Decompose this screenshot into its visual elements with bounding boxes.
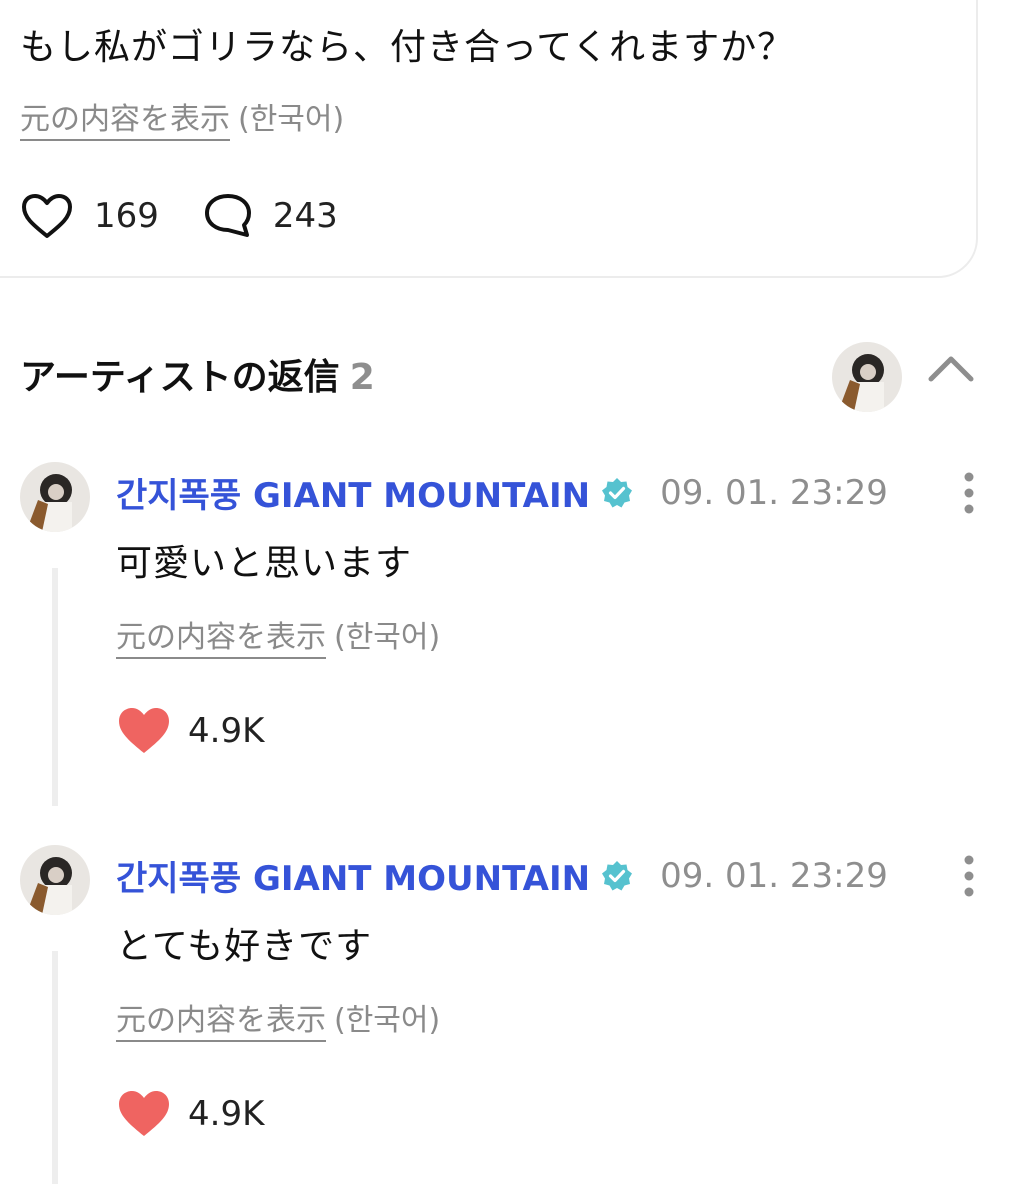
collapse-replies-button[interactable] — [926, 352, 976, 388]
show-original-link[interactable]: 元の内容を表示 — [116, 1003, 326, 1042]
heart-filled-icon — [119, 1091, 169, 1136]
speech-bubble-icon — [204, 194, 251, 237]
original-language-label: (한국어) — [334, 1003, 441, 1038]
post-comment-button[interactable]: 243 — [203, 192, 338, 240]
reply-text: 可愛いと思います — [116, 543, 413, 584]
chevron-up-icon — [928, 356, 974, 382]
reply-header: 간지폭풍 GIANT MOUNTAIN 09. 01. 23:29 — [116, 851, 888, 900]
avatar-image — [832, 342, 902, 412]
verified-badge-icon — [602, 860, 633, 890]
reply-header: 간지폭풍 GIANT MOUNTAIN 09. 01. 23:29 — [116, 468, 888, 517]
reply-author-name[interactable]: 간지폭풍 GIANT MOUNTAIN — [116, 468, 590, 517]
reply-translate-row: 元の内容を表示 (한국어) — [116, 612, 441, 659]
show-original-link[interactable]: 元の内容を表示 — [20, 102, 230, 141]
reply-author-avatar[interactable] — [20, 845, 90, 915]
heart-filled-icon — [119, 708, 169, 753]
thread-line — [52, 951, 58, 1184]
post-translate-row: 元の内容を表示 (한국어) — [20, 94, 345, 141]
avatar-image — [20, 462, 90, 532]
original-language-label: (한국어) — [238, 102, 345, 137]
artist-replies-count: 2 — [349, 357, 375, 398]
reply-translate-row: 元の内容を表示 (한국어) — [116, 995, 441, 1042]
reply-like-button[interactable]: 4.9K — [116, 1089, 264, 1139]
artist-replies-label: アーティストの返信 — [20, 357, 340, 398]
more-vertical-icon — [964, 472, 974, 514]
reply-author-name[interactable]: 간지폭풍 GIANT MOUNTAIN — [116, 851, 590, 900]
post-text: もし私がゴリラなら、付き合ってくれますか？ — [20, 27, 795, 68]
heart-outline-icon — [22, 194, 72, 238]
thread-line — [52, 568, 58, 806]
artist-replies-title: アーティストの返信 2 — [20, 348, 375, 400]
post-comment-count: 243 — [272, 196, 338, 236]
reply-like-count: 4.9K — [188, 1094, 265, 1134]
reply-item: 간지폭풍 GIANT MOUNTAIN 09. 01. 23:29 とても好きで… — [0, 845, 1030, 1184]
reply-like-button[interactable]: 4.9K — [116, 706, 264, 756]
show-original-link[interactable]: 元の内容を表示 — [116, 620, 326, 659]
more-vertical-icon — [964, 855, 974, 897]
reply-text: とても好きです — [116, 926, 373, 967]
post-stats: 169 243 — [20, 190, 338, 242]
reply-more-button[interactable] — [958, 470, 980, 520]
reply-author-avatar[interactable] — [20, 462, 90, 532]
post-like-count: 169 — [94, 196, 159, 236]
post-like-button[interactable]: 169 — [20, 192, 159, 240]
verified-badge-icon — [602, 477, 633, 507]
reply-timestamp: 09. 01. 23:29 — [660, 855, 888, 896]
reply-more-button[interactable] — [958, 853, 980, 903]
reply-item: 간지폭풍 GIANT MOUNTAIN 09. 01. 23:29 可愛いと思い… — [0, 462, 1030, 812]
avatar-image — [20, 845, 90, 915]
reply-like-count: 4.9K — [188, 711, 265, 751]
reply-timestamp: 09. 01. 23:29 — [660, 472, 888, 513]
artist-avatar[interactable] — [832, 342, 902, 412]
original-language-label: (한국어) — [334, 620, 441, 655]
